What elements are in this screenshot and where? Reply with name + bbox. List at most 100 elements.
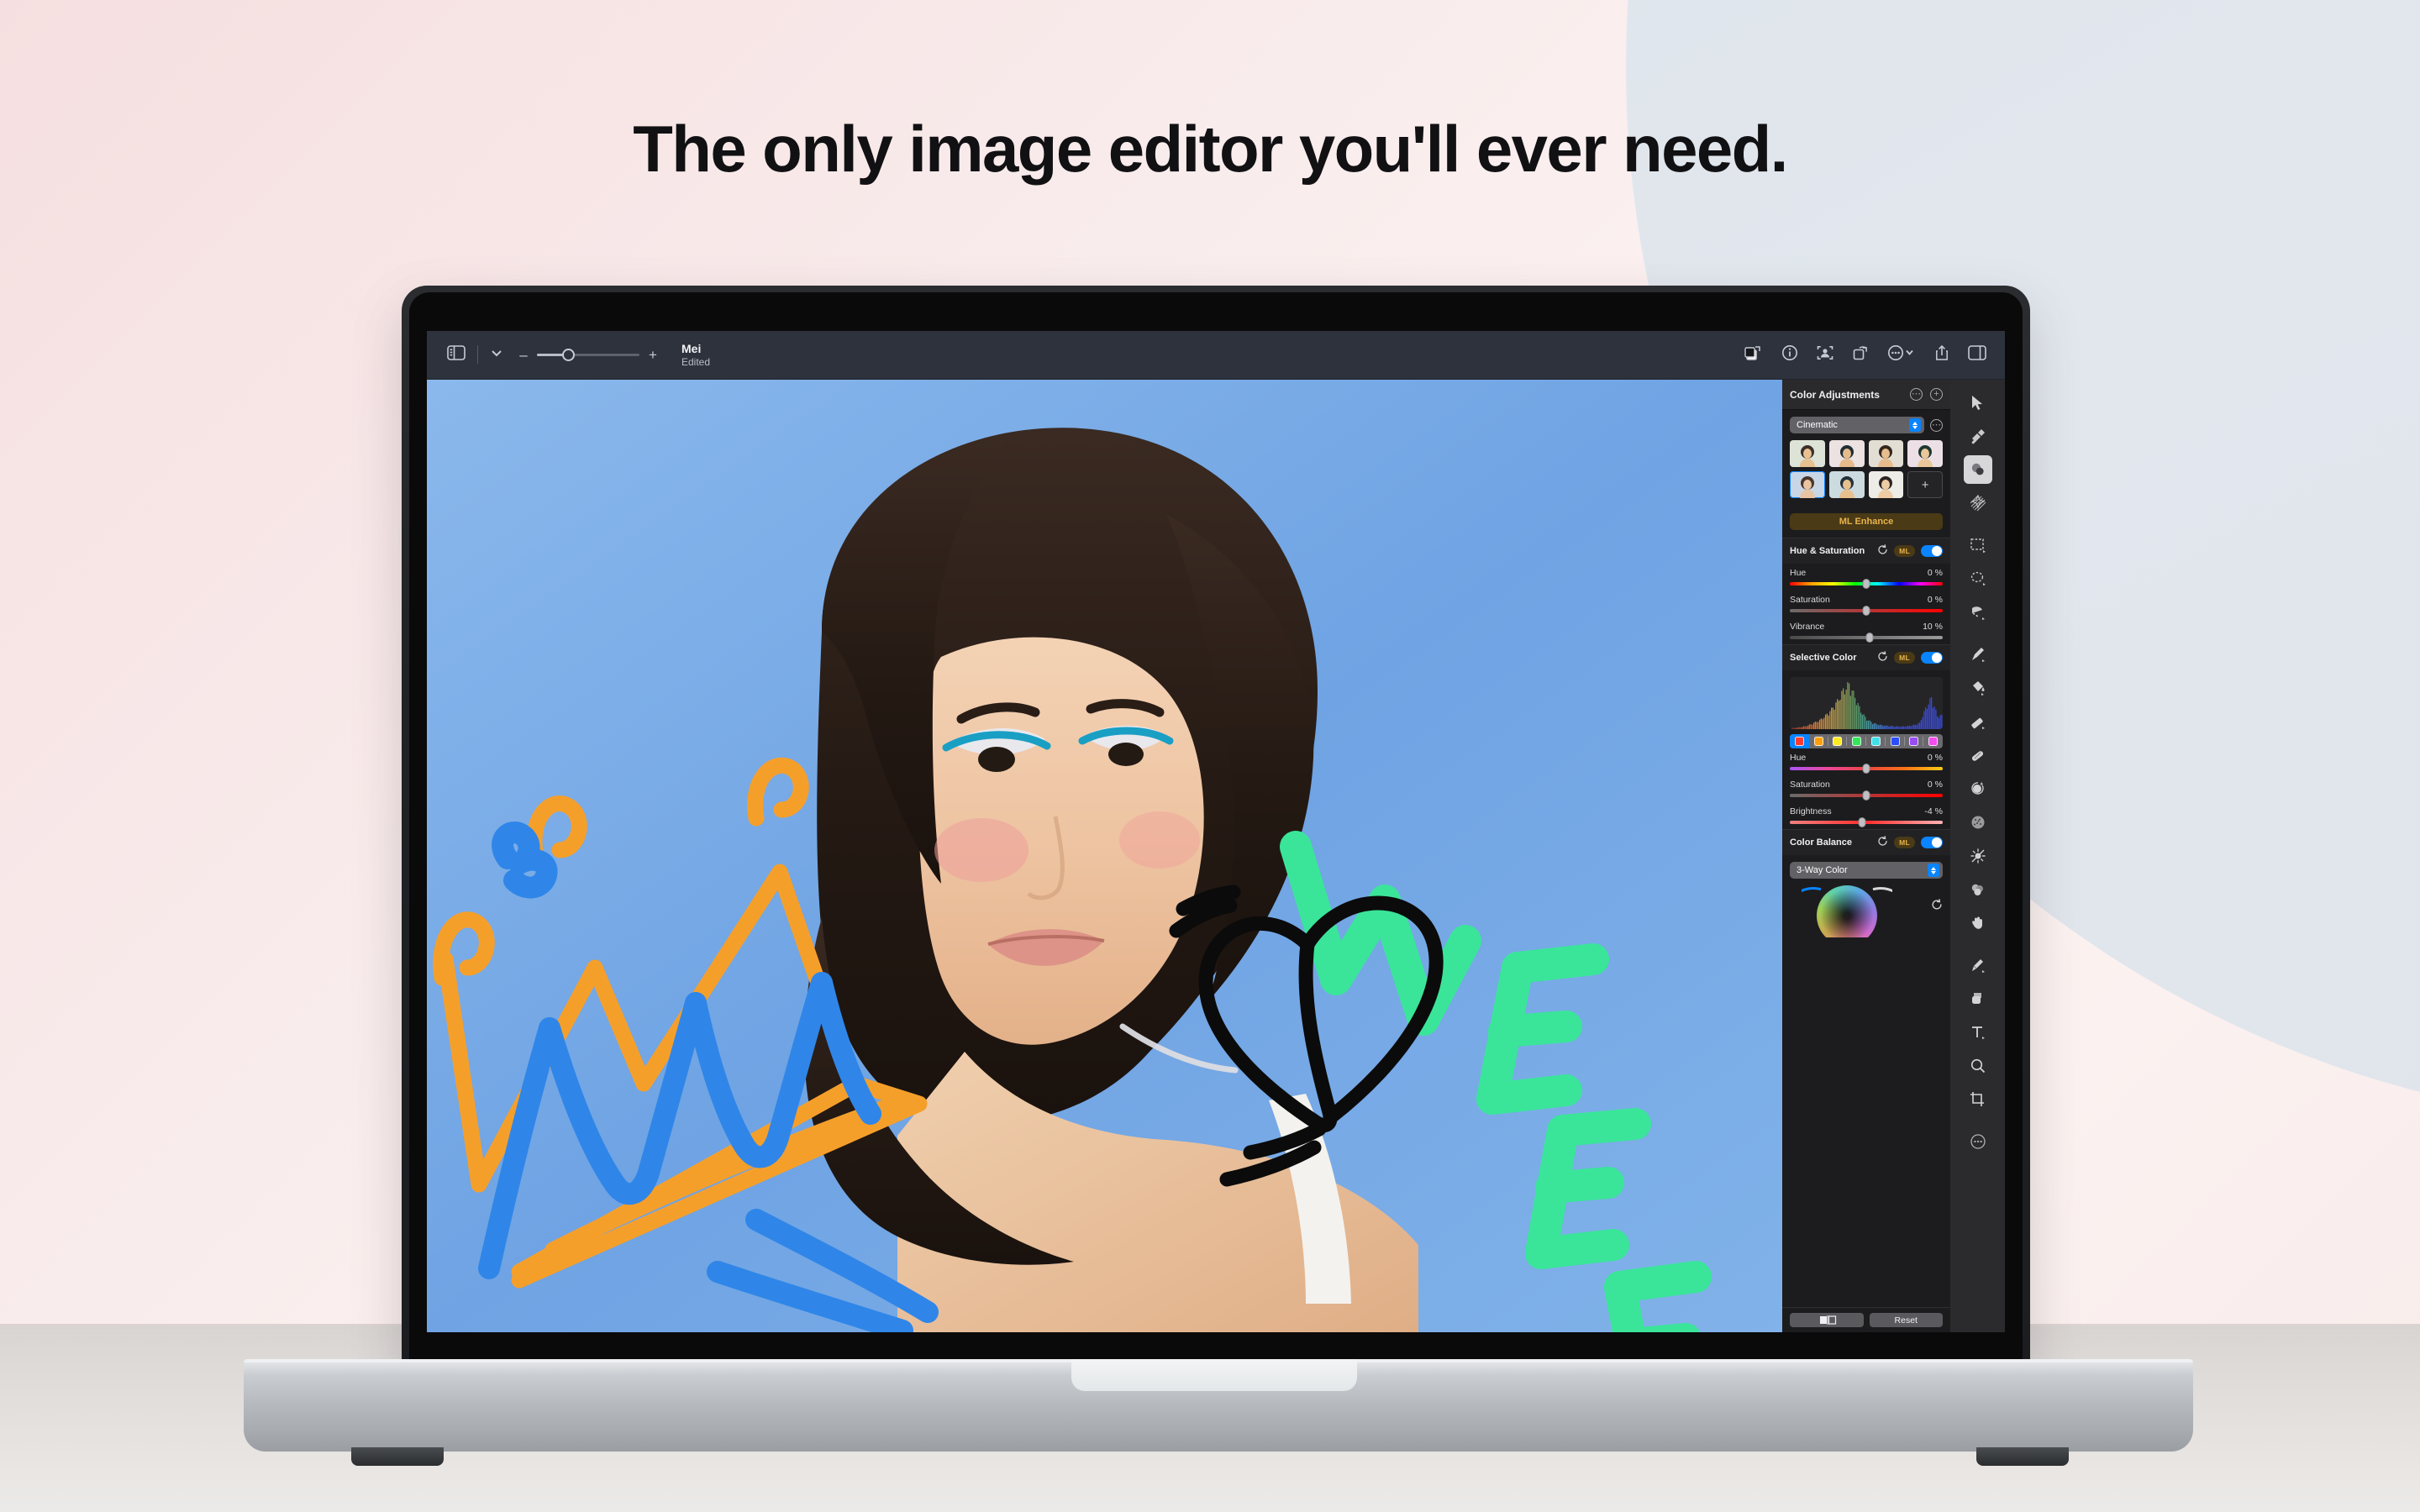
preset-thumbnail[interactable]	[1907, 440, 1943, 467]
rectangular-marquee-tool[interactable]	[1964, 531, 1992, 559]
ml-badge[interactable]: ML	[1894, 837, 1915, 848]
swatch-blue[interactable]	[1886, 734, 1905, 748]
group-toggle[interactable]	[1921, 545, 1943, 557]
slider-vibrance[interactable]: Vibrance 10 %	[1782, 617, 1950, 644]
swatch-magenta[interactable]	[1923, 734, 1943, 748]
slider-knob[interactable]	[1862, 790, 1870, 801]
slider-label: Hue	[1790, 568, 1807, 578]
swatch-cyan[interactable]	[1866, 734, 1886, 748]
hand-tool[interactable]	[1964, 909, 1992, 937]
document-status: Edited	[681, 355, 711, 368]
reset-group-icon[interactable]	[1877, 836, 1888, 849]
preset-thumbnail[interactable]	[1790, 440, 1825, 467]
preset-select[interactable]: Cinematic	[1790, 417, 1924, 433]
pointer-tool[interactable]	[1964, 388, 1992, 417]
preset-options-button[interactable]: ⋯	[1930, 418, 1943, 432]
zoom-control[interactable]: – +	[518, 348, 658, 362]
zoom-slider-knob[interactable]	[562, 348, 575, 361]
ml-badge[interactable]: ML	[1894, 545, 1915, 557]
reset-group-icon[interactable]	[1877, 544, 1888, 558]
slider-saturation[interactable]: Saturation 0 %	[1782, 591, 1950, 617]
slider-knob[interactable]	[1862, 579, 1870, 589]
document-title: Mei	[681, 342, 702, 356]
slider-track[interactable]	[1790, 633, 1943, 643]
brush-tool[interactable]	[1964, 640, 1992, 669]
slider-track[interactable]	[1790, 606, 1943, 616]
ml-badge[interactable]: ML	[1894, 652, 1915, 664]
split-view-button[interactable]	[1790, 1313, 1864, 1327]
effects-tool[interactable]	[1964, 489, 1992, 517]
clone-stamp-tool[interactable]	[1964, 422, 1992, 450]
reset-button[interactable]: Reset	[1869, 1313, 1943, 1327]
mode-stepper-icon[interactable]	[1928, 864, 1939, 877]
preset-thumbnail[interactable]	[1868, 471, 1904, 498]
slider-track[interactable]	[1790, 579, 1943, 589]
reset-group-icon[interactable]	[1877, 651, 1888, 664]
slider-knob[interactable]	[1862, 764, 1870, 774]
eraser-tool[interactable]	[1964, 707, 1992, 736]
color-balance-mode-select[interactable]: 3-Way Color	[1790, 862, 1943, 879]
panel-add-button[interactable]: +	[1930, 388, 1943, 401]
slider-hue[interactable]: Hue 0 %	[1782, 564, 1950, 591]
blur-tool[interactable]	[1964, 875, 1992, 904]
more-menu-icon[interactable]	[1887, 344, 1916, 365]
more-tools[interactable]	[1964, 1127, 1992, 1156]
text-tool[interactable]	[1964, 1018, 1992, 1047]
laptop-foot-left	[351, 1447, 444, 1466]
sidebar-left-icon[interactable]	[447, 345, 466, 365]
slider-track[interactable]	[1790, 817, 1943, 827]
swatch-green[interactable]	[1847, 734, 1866, 748]
zoom-in-button[interactable]: +	[648, 348, 658, 362]
color-adjust-tool[interactable]	[1963, 455, 1992, 484]
image-canvas[interactable]	[427, 380, 1782, 1332]
zoom-tool[interactable]	[1964, 1052, 1992, 1080]
smudge-tool[interactable]	[1964, 774, 1992, 803]
compare-before-after-icon[interactable]	[1744, 344, 1763, 365]
magic-wand-tool[interactable]	[1964, 598, 1992, 627]
share-icon[interactable]	[1934, 344, 1949, 365]
panel-header-buttons: ⋯ +	[1910, 388, 1943, 401]
preset-thumbnail[interactable]	[1828, 471, 1865, 498]
panel-options-button[interactable]: ⋯	[1910, 388, 1923, 401]
swatch-red[interactable]	[1790, 734, 1809, 748]
preset-thumbnail[interactable]	[1790, 471, 1825, 498]
shape-tool[interactable]	[1964, 984, 1992, 1013]
slider-knob[interactable]	[1865, 633, 1874, 643]
heal-tool[interactable]	[1964, 741, 1992, 769]
slider-label: Hue	[1790, 753, 1807, 763]
slider-track[interactable]	[1790, 790, 1943, 801]
slider-selective-brightness[interactable]: Brightness -4 %	[1782, 802, 1950, 829]
slider-selective-saturation[interactable]: Saturation 0 %	[1782, 775, 1950, 802]
slider-selective-hue[interactable]: Hue 0 %	[1782, 748, 1950, 775]
inspector-panel-icon[interactable]	[1968, 345, 1986, 365]
info-icon[interactable]	[1781, 344, 1798, 365]
preset-thumbnail[interactable]	[1868, 440, 1904, 467]
chevron-down-icon[interactable]	[490, 347, 503, 362]
preset-thumbnail[interactable]	[1828, 440, 1865, 467]
add-preset-button[interactable]: +	[1907, 471, 1943, 498]
crop-tool[interactable]	[1964, 1085, 1992, 1114]
swatch-purple[interactable]	[1905, 734, 1924, 748]
zoom-slider[interactable]	[537, 348, 639, 361]
color-wheel-reset-icon[interactable]	[1931, 899, 1943, 913]
swatch-yellow[interactable]	[1828, 734, 1848, 748]
panel-header: Color Adjustments ⋯ +	[1782, 380, 1950, 410]
ml-enhance-button[interactable]: ML Enhance	[1790, 513, 1943, 530]
color-wheel[interactable]	[1802, 885, 1892, 937]
slider-knob[interactable]	[1862, 606, 1870, 616]
group-toggle[interactable]	[1921, 837, 1943, 848]
noise-tool[interactable]	[1964, 808, 1992, 837]
rotate-icon[interactable]	[1852, 344, 1869, 365]
slider-track[interactable]	[1790, 764, 1943, 774]
slider-value: 10 %	[1923, 622, 1943, 632]
lasso-select-tool[interactable]	[1964, 564, 1992, 593]
slider-knob[interactable]	[1858, 817, 1866, 827]
zoom-out-button[interactable]: –	[518, 348, 529, 362]
sharpen-tool[interactable]	[1964, 842, 1992, 870]
portrait-subject-icon[interactable]	[1817, 344, 1833, 365]
preset-stepper-icon[interactable]	[1909, 418, 1921, 432]
swatch-orange[interactable]	[1809, 734, 1828, 748]
group-toggle[interactable]	[1921, 652, 1943, 664]
paint-bucket-tool[interactable]	[1964, 674, 1992, 702]
pen-tool[interactable]	[1964, 951, 1992, 979]
